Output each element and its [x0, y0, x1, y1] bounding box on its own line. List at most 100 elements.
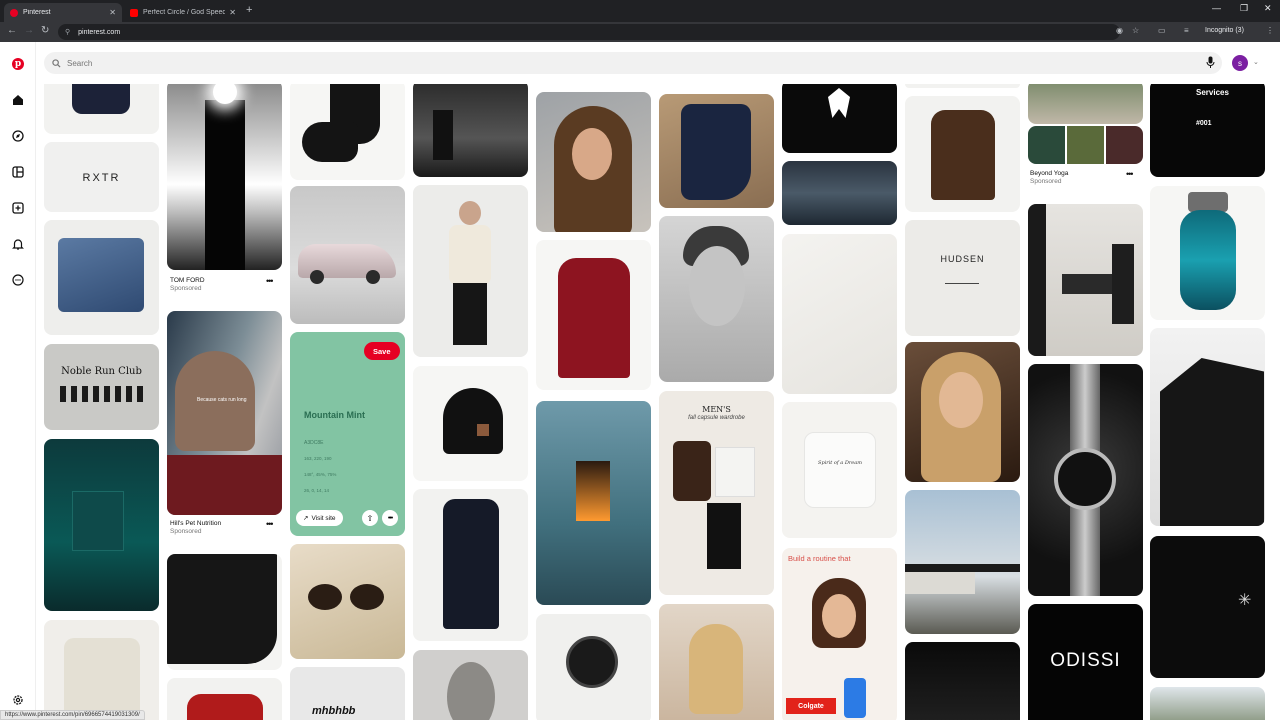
- pin-rxtr[interactable]: RXTR: [44, 142, 159, 212]
- more-options-icon[interactable]: •••: [1126, 169, 1134, 179]
- close-tab-icon[interactable]: ✕: [229, 8, 236, 17]
- pin-odissi[interactable]: ODISSI: [1028, 604, 1143, 720]
- pin-tom-ford-bottle[interactable]: [167, 84, 282, 270]
- sidebar-item-notifications[interactable]: [10, 236, 26, 252]
- pin-dining-room[interactable]: [1028, 204, 1143, 356]
- microphone-icon[interactable]: [1206, 56, 1215, 69]
- pin-modern-house[interactable]: [905, 490, 1020, 634]
- pin-hudsen[interactable]: HUDSEN: [905, 220, 1020, 336]
- chevron-down-icon[interactable]: ⌄: [1253, 58, 1259, 66]
- sidebar-item-home[interactable]: [10, 92, 26, 108]
- share-icon[interactable]: ⇧: [362, 510, 378, 526]
- advertiser-name: Hill's Pet Nutrition: [170, 520, 222, 527]
- incognito-label: Incognito (3): [1205, 27, 1244, 34]
- pin-mountain-mint[interactable]: Save Mountain Mint A3DC8E 163, 220, 190 …: [290, 332, 405, 536]
- sidebar: p: [0, 42, 36, 720]
- sponsored-label: Sponsored: [170, 528, 202, 535]
- pin-beyond-yoga-grid[interactable]: [1028, 126, 1143, 164]
- pin-white-tshirt[interactable]: Spirit of a Dream: [782, 402, 897, 538]
- pin-forest[interactable]: [1150, 687, 1265, 720]
- address-bar[interactable]: ⚲ pinterest.com: [58, 24, 1120, 40]
- new-tab-icon[interactable]: +: [246, 4, 252, 16]
- pin-glasses-man-bw[interactable]: [659, 216, 774, 382]
- pin-mhbhbb[interactable]: mhbhbb: [290, 667, 405, 720]
- extensions-icon[interactable]: ≡: [1184, 26, 1189, 35]
- pin-red-sweater[interactable]: [167, 678, 282, 720]
- pin-denim-jacket[interactable]: [44, 220, 159, 335]
- pin-white-fabric[interactable]: [782, 234, 897, 394]
- noble-run-club-text: Noble Run Club: [61, 366, 142, 377]
- pin-teal-book[interactable]: [44, 439, 159, 611]
- avatar[interactable]: s: [1232, 55, 1248, 71]
- pin-black-watch[interactable]: [536, 614, 651, 720]
- incognito-indicator[interactable]: Incognito (3): [1205, 27, 1244, 34]
- pin-black-sock[interactable]: [290, 84, 405, 180]
- sidebar-item-boards[interactable]: [10, 164, 26, 180]
- pin-navy-sweater[interactable]: [44, 84, 159, 134]
- pin-mens-fall-capsule[interactable]: MEN'S fall capsule wardrobe: [659, 391, 774, 595]
- search-input[interactable]: [67, 58, 367, 68]
- pin-services[interactable]: Services #001: [1150, 84, 1265, 177]
- more-options-icon[interactable]: •••: [266, 276, 274, 286]
- pin-noble-run-club[interactable]: Noble Run Club: [44, 344, 159, 430]
- pin-partial-top[interactable]: [905, 84, 1020, 88]
- save-button[interactable]: Save: [364, 342, 400, 360]
- pin-le-beau-perfume[interactable]: [1150, 186, 1265, 320]
- more-options-icon[interactable]: •••: [266, 519, 274, 529]
- status-bar: https://www.pinterest.com/pin/6966574419…: [0, 710, 145, 720]
- pin-navy-coat[interactable]: [413, 489, 528, 641]
- sidebar-item-explore[interactable]: [10, 128, 26, 144]
- more-options-icon[interactable]: •••: [382, 510, 398, 526]
- boards-icon: [12, 166, 24, 178]
- mint-rgb: 163, 220, 190: [304, 456, 332, 461]
- pin-beyond-yoga-top[interactable]: [1028, 84, 1143, 124]
- tab-pinterest[interactable]: Pinterest ✕: [4, 3, 122, 22]
- pin-man-portrait-bw[interactable]: [413, 650, 528, 720]
- minimize-icon[interactable]: —: [1212, 3, 1221, 13]
- mint-hex: A3DC8E: [304, 440, 324, 446]
- pin-cream-jacket[interactable]: [44, 620, 159, 720]
- pin-dark-wood[interactable]: [905, 642, 1020, 720]
- pin-black-house[interactable]: [1150, 328, 1265, 526]
- back-icon[interactable]: ←: [7, 25, 17, 36]
- pin-omega-watch[interactable]: [1028, 364, 1143, 596]
- eye-off-icon[interactable]: ◉: [1116, 26, 1123, 35]
- pin-burgundy-polo[interactable]: [536, 240, 651, 390]
- pin-blonde-woman[interactable]: [659, 604, 774, 720]
- pin-sunglasses[interactable]: [290, 544, 405, 659]
- pinterest-logo[interactable]: p: [10, 56, 26, 72]
- pin-porsche[interactable]: [290, 186, 405, 324]
- pin-brown-zip-sweater[interactable]: [905, 96, 1020, 212]
- pin-beanie[interactable]: [413, 366, 528, 481]
- gear-icon: [13, 695, 23, 705]
- pin-hills-pet-nutrition[interactable]: Because cats run long: [167, 311, 282, 515]
- pin-dark-landscape[interactable]: [782, 161, 897, 225]
- pin-dark-interior[interactable]: [413, 84, 528, 177]
- cast-icon[interactable]: ▭: [1158, 26, 1166, 35]
- pin-black-logo[interactable]: [782, 84, 897, 153]
- pin-cream-jacket-model[interactable]: [413, 185, 528, 357]
- pin-black-invite[interactable]: ✳: [1150, 536, 1265, 678]
- pin-orange-doorway[interactable]: [536, 401, 651, 605]
- close-window-icon[interactable]: ✕: [1264, 3, 1272, 14]
- sidebar-item-settings[interactable]: [10, 692, 26, 708]
- site-info-icon[interactable]: ⚲: [65, 28, 70, 36]
- menu-kebab-icon[interactable]: ⋮: [1266, 26, 1274, 35]
- visit-site-button[interactable]: ↗ Visit site: [296, 510, 343, 526]
- close-tab-icon[interactable]: ✕: [109, 8, 116, 17]
- pin-colgate-routine[interactable]: Build a routine that Colgate: [782, 548, 897, 720]
- advertiser-name: TOM FORD: [170, 277, 205, 284]
- pin-chelsea-boot[interactable]: [659, 94, 774, 208]
- pin-blonde-woman-2[interactable]: [905, 342, 1020, 482]
- maximize-icon[interactable]: ❐: [1240, 3, 1248, 14]
- sidebar-item-create[interactable]: [10, 200, 26, 216]
- sidebar-item-messages[interactable]: [10, 272, 26, 288]
- tab-youtube[interactable]: Perfect Circle / God Speed - Yo ✕: [124, 3, 242, 22]
- search-bar[interactable]: [44, 52, 1222, 74]
- bookmark-star-icon[interactable]: ☆: [1132, 26, 1139, 35]
- reload-icon[interactable]: ↻: [41, 25, 49, 36]
- visit-site-label: Visit site: [311, 514, 336, 522]
- pin-black-knit[interactable]: [167, 554, 282, 670]
- forward-icon[interactable]: →: [24, 25, 34, 36]
- pin-curly-hair-woman[interactable]: [536, 92, 651, 232]
